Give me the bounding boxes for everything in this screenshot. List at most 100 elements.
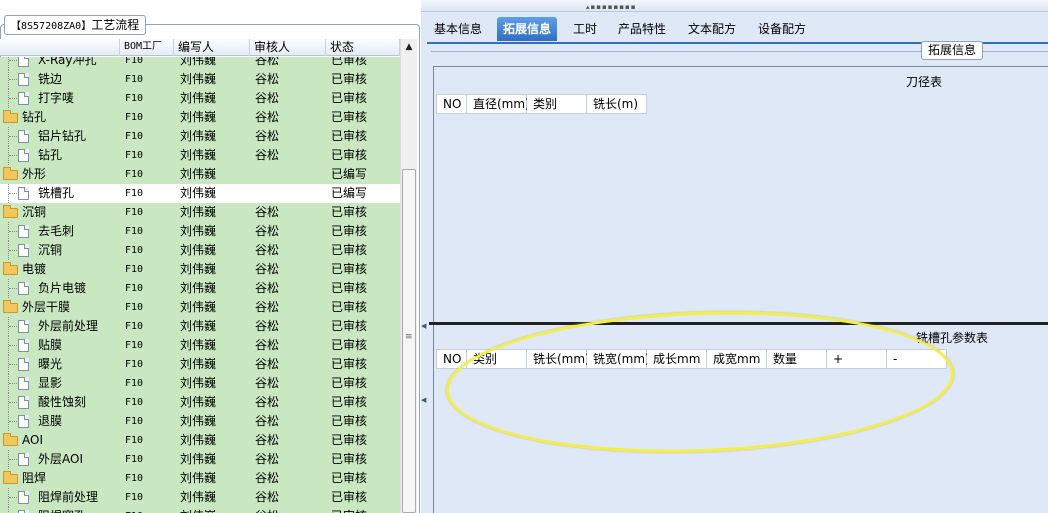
splitter-grip-icon[interactable]: ▴▪▪▪▪▪▪▪▪	[586, 3, 636, 11]
process-flow-label: 工艺流程	[91, 18, 140, 32]
writer-cell: 刘伟巍	[180, 507, 216, 513]
slot-header-5[interactable]: 成宽mm	[707, 349, 767, 369]
cutter-header-3[interactable]: 铣长(m)	[587, 94, 647, 114]
tree-connector-branch	[9, 288, 17, 289]
cutter-header-2[interactable]: 类别	[527, 94, 587, 114]
document-icon	[18, 339, 29, 352]
row-name-cell: 退膜	[0, 412, 120, 431]
tree-connector-branch	[9, 364, 17, 365]
tree-leaf-row[interactable]: 铣槽孔 F10 刘伟巍 已编写	[0, 184, 400, 203]
tree-leaf-row[interactable]: 显影 F10 刘伟巍 谷松 已审核	[0, 374, 400, 393]
tree-group-row[interactable]: 沉铜 F10 刘伟巍 谷松 已审核	[0, 203, 400, 222]
col-header-bom[interactable]: BOM工厂	[120, 39, 174, 56]
tree-leaf-row[interactable]: 去毛刺 F10 刘伟巍 谷松 已审核	[0, 222, 400, 241]
tab-3[interactable]: 工时	[567, 17, 603, 41]
slot-header-3[interactable]: 铣宽(mm)	[587, 349, 650, 369]
folder-icon	[3, 110, 18, 123]
row-name-cell: 钻孔	[0, 108, 120, 127]
tree-leaf-row[interactable]: 铝片钻孔 F10 刘伟巍 谷松 已审核	[0, 127, 400, 146]
tab-4[interactable]: 产品特性	[612, 17, 672, 41]
tree-group-row[interactable]: 外形 F10 刘伟巍 已编写	[0, 165, 400, 184]
document-icon	[18, 57, 29, 67]
tree-leaf-row[interactable]: 阻焊前处理 F10 刘伟巍 谷松 已审核	[0, 488, 400, 507]
bom-cell: F10	[125, 131, 144, 142]
group-label: 外形	[22, 167, 47, 181]
tree-leaf-row[interactable]: 外层前处理 F10 刘伟巍 谷松 已审核	[0, 317, 400, 336]
status-cell: 已审核	[331, 205, 368, 219]
scroll-up-icon[interactable]: ▲	[401, 39, 417, 55]
tree-leaf-row[interactable]: 钻孔 F10 刘伟巍 谷松 已审核	[0, 146, 400, 165]
tree-leaf-row[interactable]: 酸性蚀刻 F10 刘伟巍 谷松 已审核	[0, 393, 400, 412]
col-header-writer[interactable]: 编写人	[174, 39, 250, 56]
tree-group-row[interactable]: 钻孔 F10 刘伟巍 谷松 已审核	[0, 108, 400, 127]
row-name-cell: 沉铜	[0, 203, 120, 222]
tab-1[interactable]: 基本信息	[428, 17, 488, 41]
tree-leaf-row[interactable]: 曝光 F10 刘伟巍 谷松 已审核	[0, 355, 400, 374]
tree-leaf-row[interactable]: 阻焊塞孔 F10 刘伟巍 谷松 已审核	[0, 507, 400, 513]
col-header-auditor[interactable]: 审核人	[250, 39, 326, 56]
slot-header-8[interactable]: -	[887, 349, 947, 369]
step-label: 显影	[38, 376, 63, 390]
status-cell: 已审核	[331, 72, 368, 86]
col-header-status[interactable]: 状态	[326, 39, 400, 56]
tree-connector-line	[8, 507, 9, 513]
auditor-cell: 谷松	[255, 490, 280, 504]
row-name-cell: AOI	[0, 431, 120, 450]
writer-cell: 刘伟巍	[180, 395, 217, 409]
tree-group-row[interactable]: AOI F10 刘伟巍 谷松 已审核	[0, 431, 400, 450]
tree-leaf-row[interactable]: 退膜 F10 刘伟巍 谷松 已审核	[0, 412, 400, 431]
auditor-cell: 谷松	[255, 148, 280, 162]
tree-leaf-row[interactable]: 外层AOI F10 刘伟巍 谷松 已审核	[0, 450, 400, 469]
step-label: X-Ray冲孔	[38, 57, 97, 67]
writer-cell: 刘伟巍	[180, 281, 217, 295]
slot-header-4[interactable]: 成长mm	[647, 349, 707, 369]
collapse-left-icon[interactable]: ◀	[421, 322, 426, 330]
document-icon	[18, 187, 29, 200]
row-name-cell: 外形	[0, 165, 120, 184]
tab-6[interactable]: 设备配方	[752, 17, 812, 41]
row-name-cell: 显影	[0, 374, 120, 393]
cutter-header-0[interactable]: NO	[436, 94, 467, 114]
slot-header-7[interactable]: +	[827, 349, 887, 369]
bom-cell: F10	[125, 226, 144, 237]
tab-2[interactable]: 拓展信息	[497, 17, 558, 41]
tree-leaf-row[interactable]: 贴膜 F10 刘伟巍 谷松 已审核	[0, 336, 400, 355]
writer-cell: 刘伟巍	[180, 490, 217, 504]
auditor-cell: 谷松	[255, 262, 280, 276]
bom-cell: F10	[125, 359, 144, 370]
tree-leaf-row[interactable]: 负片电镀 F10 刘伟巍 谷松 已审核	[0, 279, 400, 298]
status-cell: 已审核	[331, 57, 368, 67]
step-label: 去毛刺	[38, 224, 75, 238]
bom-cell: F10	[125, 150, 144, 161]
tree-group-row[interactable]: 电镀 F10 刘伟巍 谷松 已审核	[0, 260, 400, 279]
slot-header-0[interactable]: NO	[436, 349, 467, 369]
tree-leaf-row[interactable]: 打字唛 F10 刘伟巍 谷松 已审核	[0, 89, 400, 108]
step-label: 铝片钻孔	[38, 129, 87, 143]
tree-leaf-row[interactable]: 沉铜 F10 刘伟巍 谷松 已审核	[0, 241, 400, 260]
group-label: AOI	[22, 433, 43, 447]
tree-group-row[interactable]: 外层干膜 F10 刘伟巍 谷松 已审核	[0, 298, 400, 317]
writer-cell: 刘伟巍	[180, 471, 217, 485]
slot-header-2[interactable]: 铣长(mm)	[527, 349, 590, 369]
status-cell: 已审核	[331, 357, 368, 371]
tree-leaf-row[interactable]: X-Ray冲孔 F10 刘伟巍 谷松 已审核	[0, 57, 400, 70]
folder-icon	[3, 433, 18, 446]
auditor-cell: 谷松	[255, 281, 280, 295]
tree-connector-branch	[9, 193, 17, 194]
col-header-name[interactable]	[0, 39, 120, 56]
step-label: 阻焊前处理	[38, 490, 99, 504]
tab-5[interactable]: 文本配方	[682, 17, 742, 41]
collapse-left-icon-2[interactable]: ◀	[421, 396, 426, 404]
tree-group-row[interactable]: 阻焊 F10 刘伟巍 谷松 已审核	[0, 469, 400, 488]
process-flow-panel: 【8S57208ZA0】工艺流程 BOM工厂 编写人 审核人 状态 X-Ray冲…	[0, 0, 421, 513]
step-label: 打字唛	[38, 91, 75, 105]
tree-leaf-row[interactable]: 铣边 F10 刘伟巍 谷松 已审核	[0, 70, 400, 89]
cutter-header-1[interactable]: 直径(mm)	[467, 94, 530, 114]
slot-header-1[interactable]: 类别	[467, 349, 527, 369]
slot-header-6[interactable]: 数量	[767, 349, 827, 369]
scroll-thumb[interactable]: ≡	[402, 169, 416, 513]
vertical-scrollbar[interactable]: ▲ ≡	[400, 39, 417, 513]
status-cell: 已审核	[331, 319, 368, 333]
tree-connector-branch	[9, 345, 17, 346]
folder-icon	[3, 167, 18, 180]
